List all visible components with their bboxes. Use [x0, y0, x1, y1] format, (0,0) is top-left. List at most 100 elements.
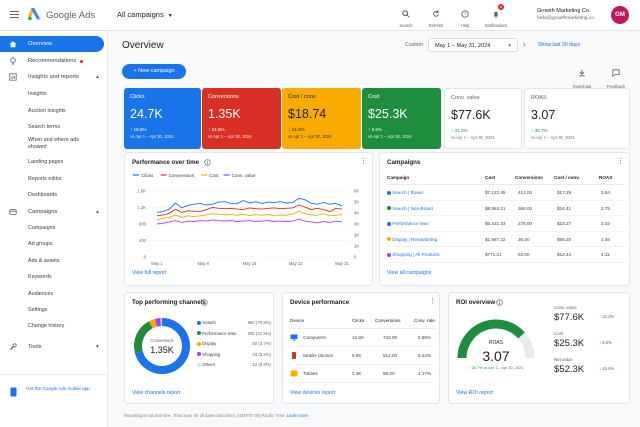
more-vert-icon[interactable]: ⋮ — [429, 298, 436, 305]
sidebar-sub-reports-editor[interactable]: Reports editor — [28, 176, 62, 183]
kpi-cost[interactable]: Cost $25.3K ↑ 6.8% vs Apr 1 – Apr 30, 20… — [362, 88, 441, 149]
roi-card: ROI overview ROAS 3.07 ↑ 30.7% vs Apr 1 … — [448, 292, 630, 404]
legend-item[interactable]: Display 50 (3.7%) — [197, 339, 271, 350]
legend-value: 50 (3.7%) — [252, 341, 271, 346]
table-row[interactable]: Search | Non-Brand $8,984.21 368.00 $24.41 2… — [387, 201, 625, 216]
legend-value: 12 (0.8%) — [252, 362, 271, 367]
sidebar-item-label: Overview — [28, 41, 53, 47]
kpi-conv-value[interactable]: Conv. value $77.6K ↑ 31.2% vs Apr 1 – Ap… — [444, 88, 522, 149]
sidebar-sub-dashboards[interactable]: Dashboards — [28, 192, 57, 199]
new-campaign-button[interactable]: + New campaign — [122, 64, 186, 79]
table-row[interactable]: Search | Brand $7,122.45 412.00 $17.29 3.64 — [387, 185, 625, 201]
col-campaign[interactable]: Campaign — [387, 175, 409, 180]
conversions-cell: 512.00 — [383, 353, 398, 358]
learn-more-link[interactable]: Learn more — [287, 413, 308, 418]
mobile-app-promo[interactable]: Get the Google Ads mobile app — [0, 374, 107, 414]
feedback-button[interactable]: Feedback — [603, 64, 629, 89]
sidebar-sub-settings[interactable]: Settings — [28, 307, 47, 314]
legend-item[interactable]: Performance Max 285 (21.5%) — [197, 329, 271, 340]
col-cost[interactable]: Cost — [485, 175, 495, 180]
kpi-conversions[interactable]: Conversions 1.35K ↑ 24.5% vs Apr 1 – Apr… — [202, 88, 281, 149]
col-cost-per-conv[interactable]: Cost / conv. — [554, 175, 580, 180]
legend-item[interactable]: Shopping 43 (3.2%) — [197, 350, 271, 361]
sidebar-sub-when-where[interactable]: When and where ads showed — [28, 137, 98, 151]
col-clicks[interactable]: Clicks — [352, 318, 364, 323]
table-row[interactable]: Shopping | All Products $771.21 62.00 $12.4… — [387, 247, 625, 263]
sidebar-sub-campaigns[interactable]: Campaigns — [28, 225, 55, 232]
table-row[interactable]: Tablets 2.3K 96.00 4.17% — [290, 365, 436, 383]
table-row[interactable]: Performance Max $6,421.33 276.00 $23.27 3.02 — [387, 216, 625, 232]
conv-rate-cell: 4.17% — [418, 371, 432, 376]
campaign-status-dot — [387, 252, 391, 257]
date-range-picker[interactable]: May 1 – May 31, 2024 ▼ — [428, 38, 518, 52]
sidebar-item-insights-reports[interactable]: Insights and reports ▲ — [0, 69, 108, 85]
channels-legend: Search 950 (70.8%) Performance Max 285 (21… — [197, 318, 271, 371]
sidebar-sub-ad-groups[interactable]: Ad groups — [28, 241, 53, 248]
top-refresh-button[interactable]: Refresh — [425, 5, 447, 28]
menu-icon[interactable] — [10, 11, 19, 18]
download-button[interactable]: Download — [570, 64, 594, 89]
series-line — [156, 210, 343, 221]
sidebar-sub-keywords[interactable]: Keywords — [28, 274, 52, 281]
show-last-30-link[interactable]: Show last 30 days — [538, 42, 580, 48]
legend-item[interactable]: Others 12 (0.8%) — [197, 360, 271, 371]
chart-icon — [9, 73, 17, 81]
more-vert-icon[interactable]: ⋮ — [360, 158, 367, 165]
account-info[interactable]: Growth Marketing Co. hello@growthmarketi… — [537, 8, 594, 21]
legend-label: Conv. value — [232, 173, 256, 178]
sidebar-item-campaigns[interactable]: Campaigns ▲ — [0, 204, 108, 220]
col-conversions[interactable]: Conversions — [375, 318, 401, 323]
table-row[interactable]: Mobile phones 9.8K 512.00 5.22% — [290, 347, 436, 365]
sidebar-item-tools[interactable]: Tools ▼ — [0, 339, 108, 355]
top-search-label: Search — [399, 23, 413, 28]
more-vert-icon[interactable]: ⋮ — [617, 158, 624, 165]
kpi-roas[interactable]: ROAS 3.07 ↑ 30.7% vs Apr 1 – Apr 30, 202… — [524, 88, 630, 149]
sidebar-sub-search-terms[interactable]: Search terms — [28, 124, 60, 131]
sidebar-sub-insights[interactable]: Insights — [28, 91, 47, 98]
next-period-button[interactable]: › — [523, 40, 526, 49]
table-row[interactable]: Computers 12.6K 742.00 5.88% — [290, 329, 436, 347]
sidebar-item-overview[interactable]: Overview — [0, 36, 104, 52]
top-help-button[interactable]: ? Help — [455, 5, 475, 28]
sidebar-sub-change-history[interactable]: Change history — [28, 323, 64, 330]
legend-label: Conversions — [169, 173, 195, 178]
conv-rate-cell: 5.22% — [418, 353, 432, 358]
sidebar-sub-audiences[interactable]: Audiences — [28, 291, 53, 298]
sidebar-sub-ads-assets[interactable]: Ads & assets — [28, 258, 59, 265]
date-range-value: May 1 – May 31, 2024 — [435, 43, 491, 49]
cost-per-conv-cell: $23.27 — [557, 221, 572, 226]
kpi-clicks[interactable]: Clicks 24.7K ↑ 18.6% vs Apr 1 – Apr 30, … — [124, 88, 201, 149]
roas-cell: 2.75 — [601, 205, 610, 211]
info-icon — [201, 299, 208, 306]
top-notifications-button[interactable]: 4 Notifications — [482, 4, 510, 28]
col-conv-rate[interactable]: Conv. rate — [414, 318, 435, 323]
view-roi-report-link[interactable]: View ROI report — [456, 390, 493, 396]
sidebar-item-recommendations[interactable]: Recommendations — [0, 53, 108, 69]
legend-item[interactable]: Search 950 (70.8%) — [197, 318, 271, 329]
account-name: Growth Marketing Co. — [537, 8, 591, 14]
col-device[interactable]: Device — [290, 318, 304, 323]
top-notifications-label: Notifications — [484, 23, 508, 28]
view-channels-report-link[interactable]: View channels report — [132, 390, 180, 396]
table-row[interactable]: Display | Remarketing $1,987.22 36.00 $55.2… — [387, 232, 625, 247]
y2-tick-label: 0 — [354, 255, 357, 260]
roi-stats: Conv. value $77.6K ↑ 31.2% Cost $25.3K ↑ 6.8%… — [554, 305, 626, 383]
view-full-report-link[interactable]: View full report — [132, 270, 166, 276]
x-tick-label: May 22 — [289, 261, 303, 266]
sidebar-sub-auction-insights[interactable]: Auction insights — [28, 108, 66, 115]
col-roas[interactable]: ROAS — [599, 175, 612, 180]
view-all-campaigns-link[interactable]: View all campaigns — [387, 270, 431, 276]
chevron-up-icon: ▲ — [95, 74, 100, 80]
top-search-button[interactable]: Search — [396, 5, 416, 28]
campaign-selector[interactable]: All campaigns ▼ — [117, 10, 173, 19]
device-name: Tablets — [303, 371, 318, 376]
sidebar-sub-landing-pages[interactable]: Landing pages — [28, 159, 63, 166]
google-ads-logo — [28, 8, 40, 21]
clicks-cell: 2.3K — [352, 371, 362, 376]
avatar[interactable]: GM — [611, 6, 629, 24]
view-devices-report-link[interactable]: View devices report — [290, 390, 335, 396]
kpi-cost-per-conv[interactable]: Cost / conv. $18.74 ↓ 14.2% vs Apr 1 – A… — [282, 88, 361, 149]
cost-per-conv-cell: $55.20 — [557, 236, 572, 242]
kpi-compare: vs Apr 1 – Apr 30, 2024 — [451, 135, 495, 140]
col-conversions[interactable]: Conversions — [515, 175, 543, 180]
